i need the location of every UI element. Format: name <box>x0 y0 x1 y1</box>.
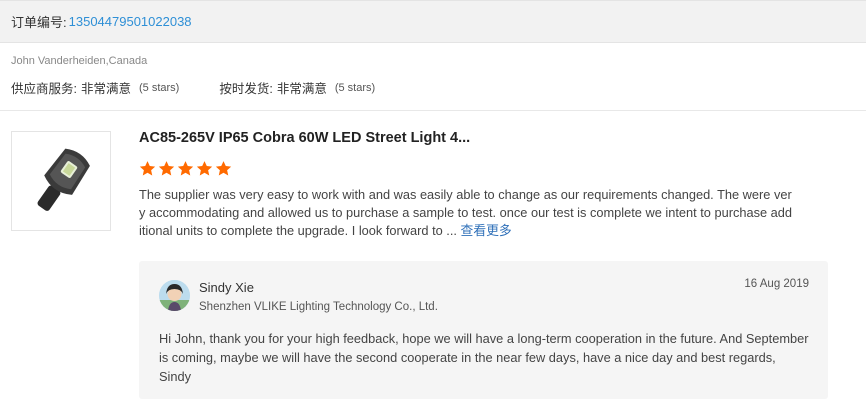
supplier-service-stars: (5 stars) <box>139 81 180 94</box>
review-stars <box>139 160 232 177</box>
section-divider <box>0 110 866 111</box>
reply-date: 16 Aug 2019 <box>744 278 809 290</box>
product-thumbnail[interactable] <box>11 131 111 231</box>
avatar <box>159 280 190 311</box>
reply-text: Hi John, thank you for your high feedbac… <box>159 331 809 384</box>
order-number-link[interactable]: 13504479501022038 <box>69 14 192 29</box>
review-text-block: The supplier was very easy to work with … <box>139 186 794 240</box>
supplier-reply: Sindy Xie Shenzhen VLIKE Lighting Techno… <box>139 261 828 399</box>
supplier-service-value: 非常满意 <box>80 82 131 96</box>
buyer-name: John Vanderheiden,Canada <box>11 55 148 67</box>
product-title[interactable]: AC85-265V IP65 Cobra 60W LED Street Ligh… <box>139 130 470 146</box>
buyer-info: John Vanderheiden,Canada 供应商服务: 非常满意 (5 … <box>11 55 851 97</box>
replier-company: Shenzhen VLIKE Lighting Technology Co., … <box>199 301 438 313</box>
on-time-delivery-value: 非常满意 <box>276 82 327 96</box>
star-icon <box>158 161 175 176</box>
street-light-image <box>37 148 90 211</box>
star-icon <box>196 161 213 176</box>
view-more-link[interactable]: 查看更多 <box>461 223 512 238</box>
star-icon <box>177 161 194 176</box>
seller-ratings: 供应商服务: 非常满意 (5 stars) 按时发货: 非常满意 (5 star… <box>11 78 851 97</box>
star-icon <box>215 161 232 176</box>
order-header: 订单编号: 13504479501022038 <box>0 0 866 43</box>
star-icon <box>139 161 156 176</box>
supplier-service-label: 供应商服务: <box>11 82 77 96</box>
replier-name: Sindy Xie <box>199 280 254 295</box>
order-number-label: 订单编号: <box>11 15 67 30</box>
on-time-delivery-stars: (5 stars) <box>334 81 376 94</box>
on-time-delivery-label: 按时发货: <box>219 82 273 96</box>
